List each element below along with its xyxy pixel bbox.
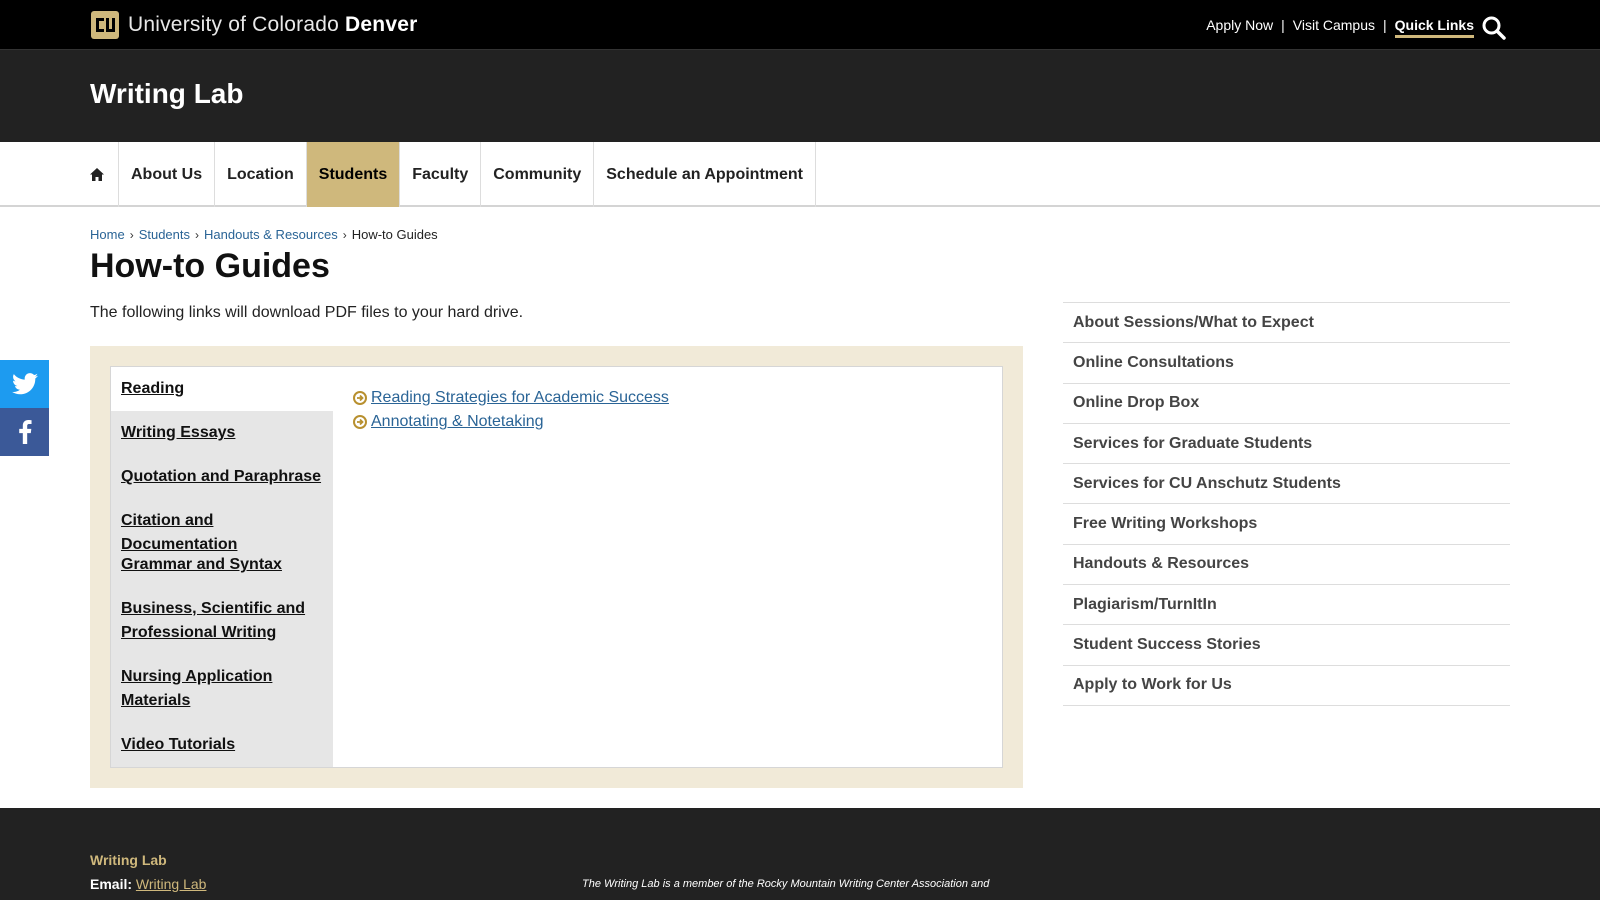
nav-home[interactable] xyxy=(90,142,119,207)
side-item-handouts-resources[interactable]: Handouts & Resources xyxy=(1063,545,1510,586)
twitter-icon xyxy=(11,373,38,395)
footer: Writing Lab Email: Writing Lab The Writi… xyxy=(0,808,1600,900)
separator: | xyxy=(1281,17,1285,33)
tab-writing-essays[interactable]: Writing Essays xyxy=(111,411,333,455)
nav-about-us[interactable]: About Us xyxy=(119,142,216,207)
breadcrumb-handouts[interactable]: Handouts & Resources xyxy=(204,227,338,242)
nav-items: About Us Location Students Faculty Commu… xyxy=(90,142,816,207)
resource-link[interactable]: Annotating & Notetaking xyxy=(353,413,544,431)
nav-community[interactable]: Community xyxy=(481,142,595,207)
side-item-online-drop-box[interactable]: Online Drop Box xyxy=(1063,384,1510,424)
home-icon xyxy=(90,168,104,181)
chevron-right-icon: › xyxy=(195,227,200,242)
quick-links-link[interactable]: Quick Links xyxy=(1394,17,1474,38)
top-links: Apply Now | Visit Campus | Quick Links xyxy=(1206,0,1474,50)
footer-email-label: Email: xyxy=(90,876,133,892)
tab-video-tutorials[interactable]: Video Tutorials xyxy=(111,723,333,767)
nav-schedule-appointment[interactable]: Schedule an Appointment xyxy=(594,142,816,207)
breadcrumb-current: How-to Guides xyxy=(351,227,438,242)
site-title[interactable]: Writing Lab xyxy=(90,78,243,110)
cu-logo-icon xyxy=(91,11,119,39)
side-menu: About Sessions/What to Expect Online Con… xyxy=(1063,302,1510,706)
intro-text: The following links will download PDF fi… xyxy=(90,304,524,321)
nav-location[interactable]: Location xyxy=(215,142,307,207)
tab-nursing-application[interactable]: Nursing Application Materials xyxy=(111,655,333,723)
visit-campus-link[interactable]: Visit Campus xyxy=(1293,17,1375,33)
resource-link-text: Reading Strategies for Academic Success xyxy=(371,389,669,406)
search-icon[interactable] xyxy=(1481,15,1507,41)
side-item-anschutz-students[interactable]: Services for CU Anschutz Students xyxy=(1063,464,1510,505)
tab-quotation-paraphrase[interactable]: Quotation and Paraphrase xyxy=(111,455,333,499)
tabs-box: Reading Writing Essays Quotation and Par… xyxy=(110,366,1003,768)
resource-link[interactable]: Reading Strategies for Academic Success xyxy=(353,389,669,407)
chevron-right-icon: › xyxy=(129,227,134,242)
top-bar: University of Colorado Denver Apply Now … xyxy=(0,0,1600,50)
apply-now-link[interactable]: Apply Now xyxy=(1206,17,1273,33)
nav-faculty[interactable]: Faculty xyxy=(400,142,482,207)
tab-business-writing[interactable]: Business, Scientific and Professional Wr… xyxy=(111,587,333,655)
arrow-circle-right-icon xyxy=(353,415,367,429)
brand-bold: Denver xyxy=(345,13,418,36)
breadcrumb: Home › Students › Handouts & Resources ›… xyxy=(90,227,438,242)
side-item-about-sessions[interactable]: About Sessions/What to Expect xyxy=(1063,303,1510,344)
side-item-apply-work[interactable]: Apply to Work for Us xyxy=(1063,666,1510,706)
footer-note: The Writing Lab is a member of the Rocky… xyxy=(582,878,990,890)
main-nav: About Us Location Students Faculty Commu… xyxy=(0,142,1600,207)
tab-reading[interactable]: Reading xyxy=(111,367,333,411)
tab-grammar-syntax[interactable]: Grammar and Syntax xyxy=(111,543,333,587)
arrow-circle-right-icon xyxy=(353,391,367,405)
side-item-writing-workshops[interactable]: Free Writing Workshops xyxy=(1063,504,1510,545)
facebook-share-button[interactable] xyxy=(0,408,49,456)
university-brand[interactable]: University of Colorado Denver xyxy=(90,10,417,40)
breadcrumb-home[interactable]: Home xyxy=(90,227,125,242)
footer-email-link[interactable]: Writing Lab xyxy=(136,876,207,892)
page-title: How-to Guides xyxy=(90,247,330,285)
side-item-online-consultations[interactable]: Online Consultations xyxy=(1063,343,1510,384)
brand-prefix: University of Colorado xyxy=(128,13,339,36)
breadcrumb-students[interactable]: Students xyxy=(139,227,190,242)
tabs-container: Reading Writing Essays Quotation and Par… xyxy=(90,346,1023,788)
site-header: Writing Lab xyxy=(0,50,1600,142)
footer-title: Writing Lab xyxy=(90,852,167,868)
side-item-graduate-students[interactable]: Services for Graduate Students xyxy=(1063,424,1510,465)
brand-text: University of Colorado Denver xyxy=(128,13,417,37)
tab-panel-reading: Reading Strategies for Academic Success … xyxy=(333,367,1002,767)
facebook-icon xyxy=(18,420,32,444)
separator: | xyxy=(1383,17,1387,33)
resource-link-text: Annotating & Notetaking xyxy=(371,413,544,430)
side-item-success-stories[interactable]: Student Success Stories xyxy=(1063,625,1510,666)
tab-citation-documentation[interactable]: Citation and Documentation xyxy=(111,499,333,553)
tab-list: Reading Writing Essays Quotation and Par… xyxy=(111,367,333,767)
twitter-share-button[interactable] xyxy=(0,360,49,408)
footer-email: Email: Writing Lab xyxy=(90,876,206,892)
nav-students[interactable]: Students xyxy=(306,142,401,207)
chevron-right-icon: › xyxy=(342,227,347,242)
side-item-plagiarism[interactable]: Plagiarism/TurnItIn xyxy=(1063,585,1510,626)
